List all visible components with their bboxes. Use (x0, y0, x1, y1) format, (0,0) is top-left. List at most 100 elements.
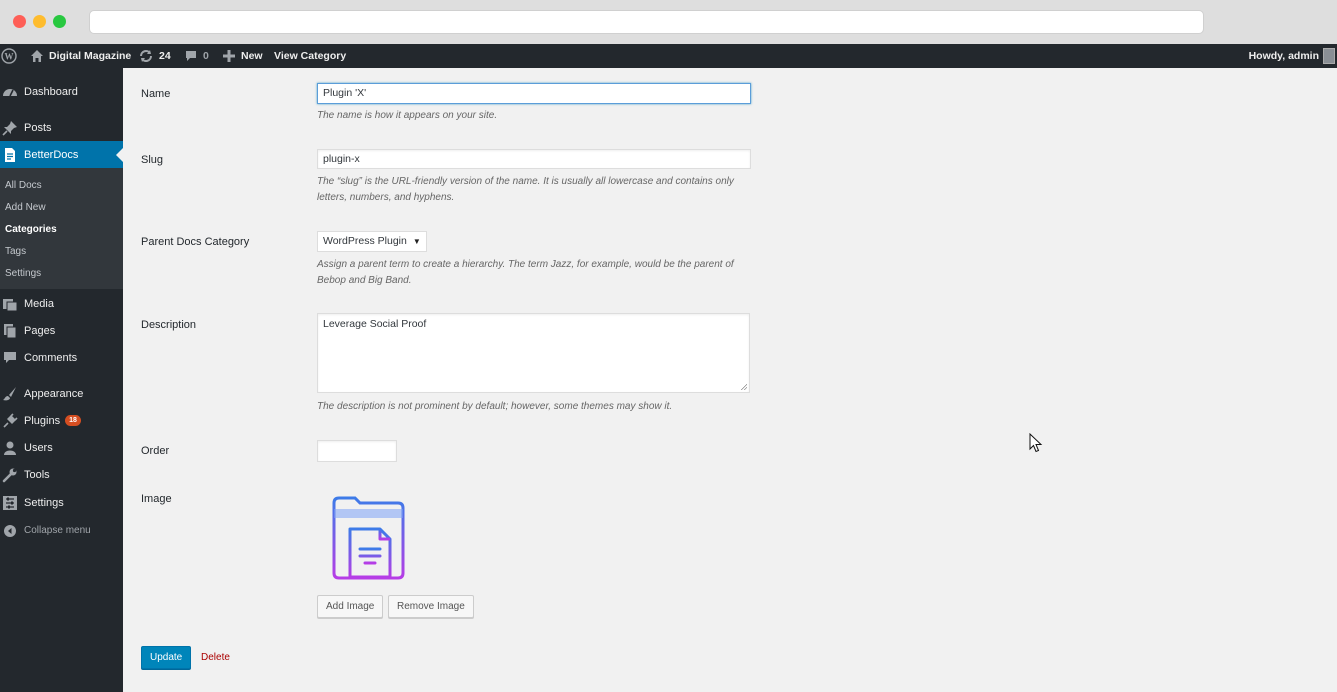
sidebar-item-users[interactable]: Users (0, 434, 123, 461)
comments-count: 0 (203, 50, 209, 62)
update-button[interactable]: Update (141, 646, 192, 669)
howdy-text: Howdy, admin (1248, 50, 1319, 62)
my-account-link[interactable]: Howdy, admin (1249, 44, 1319, 68)
sidebar-item-comments[interactable]: Comments (0, 344, 123, 371)
sidebar-item-appearance[interactable]: Appearance (0, 380, 123, 407)
plug-icon (2, 412, 18, 429)
category-image-folder-doc-icon (332, 496, 405, 580)
comments-icon (2, 350, 18, 366)
parent-category-label: Parent Docs Category (141, 236, 250, 248)
submenu-item-all-docs[interactable]: All Docs (5, 180, 42, 191)
order-input[interactable] (317, 440, 397, 462)
avatar[interactable] (1323, 48, 1335, 64)
plus-icon (223, 50, 235, 62)
updates-count: 24 (159, 50, 171, 62)
sidebar-label-comments: Comments (24, 351, 78, 364)
name-input[interactable]: Plugin 'X' (317, 83, 751, 104)
sidebar-item-tools[interactable]: Tools (0, 461, 123, 488)
slug-description-line-1: The “slug” is the URL-friendly version o… (317, 176, 734, 187)
sidebar-item-settings[interactable]: Settings (0, 489, 123, 516)
sidebar-item-plugins[interactable]: Plugins 18 (0, 407, 123, 434)
view-category-link[interactable]: View Category (274, 44, 346, 68)
edit-category-form: Name Plugin 'X' The name is how it appea… (123, 68, 1337, 692)
svg-text:W: W (5, 52, 14, 62)
submenu-item-settings[interactable]: Settings (5, 268, 41, 279)
sidebar-label-appearance: Appearance (24, 387, 84, 400)
add-image-button[interactable]: Add Image (317, 595, 384, 618)
mouse-cursor-icon (1029, 433, 1043, 453)
submenu-item-add-new[interactable]: Add New (5, 202, 46, 213)
new-content-link[interactable]: New (222, 44, 263, 68)
wordpress-logo-button[interactable]: W (1, 44, 22, 68)
wordpress-icon: W (1, 48, 17, 64)
minimize-window-button[interactable] (33, 15, 46, 28)
pin-icon (2, 120, 18, 136)
slug-label: Slug (141, 154, 164, 166)
updates-link[interactable]: 24 (138, 44, 171, 68)
new-label: New (241, 50, 263, 62)
collapse-menu-button[interactable]: Collapse menu (0, 517, 123, 544)
remove-image-button[interactable]: Remove Image (388, 595, 474, 618)
submenu-item-categories[interactable]: Categories (5, 224, 57, 235)
admin-bar: W Digital Magazine 24 0 New View Categor… (0, 44, 1337, 68)
collapse-arrow-icon (2, 523, 18, 539)
description-textarea[interactable]: Leverage Social Proof (317, 313, 750, 393)
wrench-icon (2, 467, 18, 483)
submenu-item-tags[interactable]: Tags (5, 246, 26, 257)
sidebar-label-settings: Settings (24, 496, 64, 509)
home-icon (31, 50, 43, 62)
sidebar-label-media: Media (24, 297, 54, 310)
pages-icon (2, 323, 18, 339)
dashboard-icon (2, 84, 18, 100)
maximize-window-button[interactable] (53, 15, 66, 28)
parent-category-selected: WordPress Plugin (323, 235, 407, 247)
betterdocs-submenu: All Docs Add New Categories Tags Setting… (0, 168, 123, 289)
parent-category-description: Assign a parent term to create a hierarc… (317, 257, 787, 289)
parent-description-line-1: Assign a parent term to create a hierarc… (317, 259, 734, 270)
sidebar-item-dashboard[interactable]: Dashboard (0, 78, 123, 105)
description-text: Leverage Social Proof (323, 318, 427, 330)
slug-input[interactable]: plugin-x (317, 149, 751, 169)
parent-description-line-2: Bebop and Big Band. (317, 275, 412, 286)
sidebar-label-users: Users (24, 441, 53, 454)
comments-link[interactable]: 0 (184, 44, 209, 68)
parent-category-select[interactable]: WordPress Plugin ▼ (317, 231, 427, 252)
slug-description-line-2: letters, numbers, and hyphens. (317, 192, 455, 203)
browser-chrome (0, 0, 1337, 44)
dropdown-arrow-icon: ▼ (412, 237, 421, 246)
sidebar-label-pages: Pages (24, 324, 56, 337)
order-label: Order (141, 445, 170, 457)
sidebar-label-posts: Posts (24, 121, 52, 134)
sidebar-item-betterdocs[interactable]: BetterDocs (0, 141, 123, 168)
name-label: Name (141, 88, 171, 100)
plugins-update-badge: 18 (65, 415, 81, 426)
description-label: Description (141, 319, 197, 331)
user-icon (2, 440, 18, 456)
close-window-button[interactable] (13, 15, 26, 28)
sidebar-label-dashboard: Dashboard (24, 85, 78, 98)
site-name: Digital Magazine (49, 50, 132, 62)
admin-menu: Dashboard Posts BetterDocs All Docs Add … (0, 68, 123, 692)
sidebar-item-pages[interactable]: Pages (0, 317, 123, 344)
document-icon (2, 147, 18, 163)
delete-link[interactable]: Delete (201, 652, 230, 663)
site-name-link[interactable]: Digital Magazine (30, 44, 131, 68)
sidebar-label-plugins: Plugins (24, 414, 61, 427)
sidebar-item-media[interactable]: Media (0, 290, 123, 317)
image-label: Image (141, 493, 172, 505)
resize-handle[interactable] (740, 383, 747, 390)
comment-bubble-icon (186, 51, 196, 61)
slug-description: The “slug” is the URL-friendly version o… (317, 174, 787, 206)
name-description: The name is how it appears on your site. (317, 110, 498, 121)
media-icon (2, 296, 18, 312)
description-help: The description is not prominent by defa… (317, 401, 673, 412)
view-category-label: View Category (274, 50, 347, 62)
collapse-menu-label: Collapse menu (24, 525, 91, 536)
updates-icon (140, 50, 152, 62)
address-bar[interactable] (89, 10, 1204, 34)
sidebar-label-tools: Tools (24, 468, 50, 481)
settings-sliders-icon (2, 495, 18, 511)
sidebar-item-posts[interactable]: Posts (0, 114, 123, 141)
sidebar-label-betterdocs: BetterDocs (24, 148, 79, 161)
paintbrush-icon (2, 386, 18, 402)
